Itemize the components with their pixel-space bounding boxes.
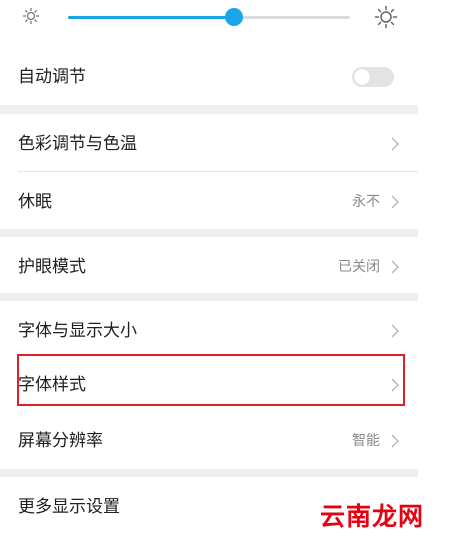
page-margin (418, 0, 452, 543)
row-value: 智能 (352, 433, 380, 449)
row-label: 护眼模式 (18, 257, 86, 277)
toggle-knob (354, 69, 370, 85)
auto-adjust-toggle[interactable] (352, 67, 394, 87)
auto-adjust-row[interactable]: 自动调节 (0, 47, 418, 107)
settings-row-eye-comfort[interactable]: 护眼模式 已关闭 (0, 237, 418, 297)
settings-row-screen-resolution[interactable]: 屏幕分辨率 智能 (0, 411, 418, 471)
auto-adjust-label: 自动调节 (18, 67, 86, 87)
display-settings-screen: 自动调节 色彩调节与色温 休眠 永不 护眼模式 已关闭 字体与显示大小 字体样式… (0, 0, 418, 543)
settings-row-sleep[interactable]: 休眠 永不 (0, 172, 418, 232)
row-value: 已关闭 (338, 259, 380, 275)
row-label: 字体与显示大小 (18, 321, 137, 341)
section-gap (0, 105, 418, 114)
row-label: 休眠 (18, 192, 52, 212)
brightness-row (0, 0, 418, 44)
row-label: 屏幕分辨率 (18, 431, 103, 451)
watermark-text: 云南龙网 (320, 502, 425, 531)
chevron-right-icon (391, 137, 399, 151)
chevron-right-icon (391, 260, 399, 274)
row-label: 更多显示设置 (18, 497, 120, 517)
sun-bright-icon (374, 5, 398, 29)
brightness-slider-thumb[interactable] (225, 8, 243, 26)
row-value: 永不 (352, 194, 380, 210)
chevron-right-icon (391, 195, 399, 209)
highlight-box (17, 354, 405, 406)
chevron-right-icon (391, 324, 399, 338)
settings-row-font-display-size[interactable]: 字体与显示大小 (0, 301, 418, 361)
sun-dim-icon (22, 7, 40, 25)
settings-row-color-temperature[interactable]: 色彩调节与色温 (0, 114, 418, 174)
chevron-right-icon (391, 434, 399, 448)
row-label: 色彩调节与色温 (18, 134, 137, 154)
brightness-fill (68, 16, 234, 19)
